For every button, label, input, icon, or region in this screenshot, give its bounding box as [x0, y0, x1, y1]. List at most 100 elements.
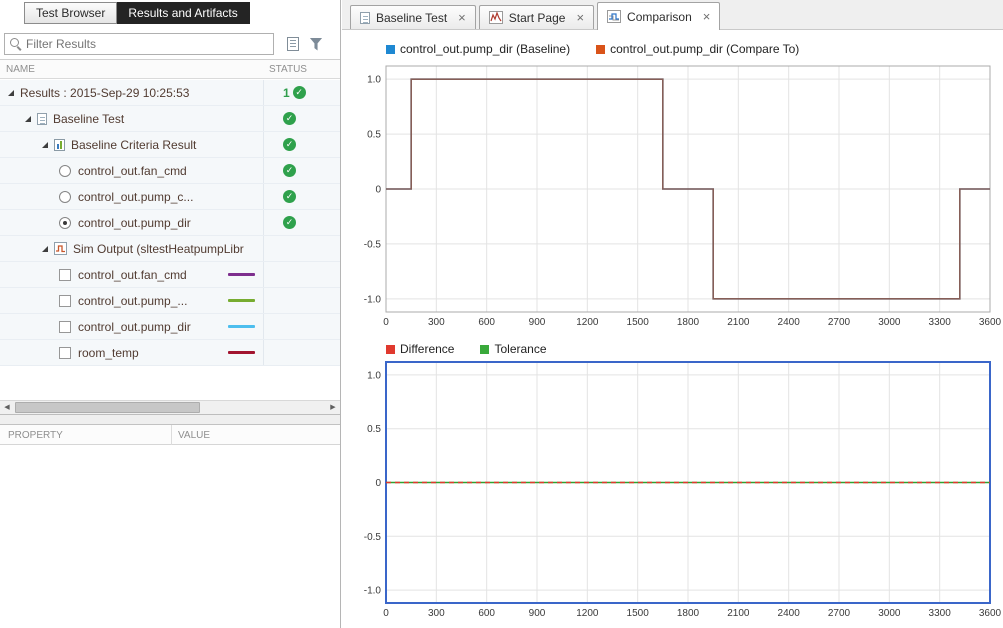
horizontal-scrollbar[interactable]: ◀ ▶ — [0, 400, 340, 414]
difference-chart[interactable]: 0 300 600 900 1200 1500 1800 2100 2400 2700 3000 33… — [342, 352, 1003, 628]
svg-text:900: 900 — [529, 317, 546, 328]
tree-row[interactable]: control_out.fan_cmd ✓ — [0, 158, 340, 184]
document-icon — [360, 11, 370, 24]
tab-test-browser[interactable]: Test Browser — [24, 2, 118, 24]
tab-label: Comparison — [627, 9, 692, 24]
svg-text:2400: 2400 — [778, 317, 801, 328]
expander-icon[interactable] — [8, 89, 14, 96]
pass-icon: ✓ — [283, 190, 296, 203]
svg-text:1200: 1200 — [576, 317, 599, 328]
expander-icon[interactable] — [25, 115, 31, 122]
checkbox[interactable] — [59, 320, 71, 333]
svg-text:2400: 2400 — [778, 608, 801, 619]
results-tree-rows: Results : 2015-Sep-29 10:25:53 1 ✓ Baseline… — [0, 80, 340, 400]
property-panel-header: PROPERTY VALUE — [0, 425, 340, 445]
legend-item: control_out.pump_dir (Baseline) — [386, 42, 570, 56]
scrollbar-thumb[interactable] — [15, 402, 200, 413]
tree-row-status-cell: ✓ — [263, 132, 340, 157]
tree-row-name-cell: room_temp — [0, 340, 263, 365]
filter-toolbar — [4, 33, 338, 55]
tree-row[interactable]: Baseline Test ✓ — [0, 106, 340, 132]
svg-text:3600: 3600 — [979, 317, 1002, 328]
tab-comparison[interactable]: Comparison × — [597, 2, 721, 30]
column-header-property: PROPERTY — [8, 430, 63, 441]
tree-row-status-cell: ✓ — [263, 106, 340, 131]
close-icon[interactable]: × — [703, 9, 711, 24]
close-icon[interactable]: × — [458, 10, 466, 25]
expander-icon[interactable] — [42, 141, 48, 148]
tree-row-label: Baseline Test — [53, 111, 125, 126]
checkbox[interactable] — [59, 268, 71, 281]
tree-row-name-cell: Baseline Criteria Result — [0, 132, 263, 157]
tree-row-label: Baseline Criteria Result — [71, 137, 197, 152]
filter-results-input[interactable] — [22, 37, 273, 51]
radio-button[interactable] — [59, 216, 71, 229]
column-divider — [171, 425, 172, 445]
pass-icon: ✓ — [283, 112, 296, 125]
tree-row-label: room_temp — [78, 345, 139, 360]
svg-text:1500: 1500 — [627, 608, 650, 619]
report-icon[interactable] — [284, 35, 302, 53]
tree-row-label: Sim Output (sltestHeatpumpLibr — [73, 241, 244, 256]
checkbox[interactable] — [59, 294, 71, 307]
radio-button[interactable] — [59, 164, 71, 177]
signal-icon — [54, 242, 67, 255]
tree-row[interactable]: control_out.fan_cmd — [0, 262, 340, 288]
pass-icon: ✓ — [283, 138, 296, 151]
tree-row-name-cell: control_out.pump_dir — [0, 314, 263, 339]
tree-row[interactable]: Baseline Criteria Result ✓ — [0, 132, 340, 158]
panel-splitter[interactable] — [0, 415, 340, 424]
tree-row[interactable]: control_out.pump_dir — [0, 314, 340, 340]
results-tree: NAME STATUS Results : 2015-Sep-29 10:25:… — [0, 59, 340, 415]
results-tree-header: NAME STATUS — [0, 60, 340, 79]
pass-count: 1 — [283, 85, 290, 100]
svg-text:600: 600 — [478, 317, 495, 328]
search-icon — [10, 38, 22, 50]
radio-button[interactable] — [59, 190, 71, 203]
pass-icon: ✓ — [283, 216, 296, 229]
filter-results-box[interactable] — [4, 33, 274, 55]
legend-swatch — [386, 44, 395, 54]
tree-row[interactable]: Results : 2015-Sep-29 10:25:53 1 ✓ — [0, 80, 340, 106]
svg-text:2100: 2100 — [727, 608, 750, 619]
expander-icon[interactable] — [42, 245, 48, 252]
column-header-status: STATUS — [269, 64, 307, 75]
svg-text:3300: 3300 — [929, 317, 952, 328]
comparison-icon — [607, 10, 622, 23]
svg-text:1800: 1800 — [677, 608, 700, 619]
signal-comparison-chart[interactable]: 0 300 600 900 1200 1500 1800 2100 2400 2700 3000 33… — [342, 58, 1003, 338]
document-area: Baseline Test × Start Page × Comparison × con… — [342, 0, 1003, 628]
scroll-left-icon[interactable]: ◀ — [0, 401, 14, 414]
svg-text:300: 300 — [428, 317, 445, 328]
tree-row[interactable]: room_temp — [0, 340, 340, 366]
svg-text:0.5: 0.5 — [367, 130, 381, 141]
pass-icon: ✓ — [283, 164, 296, 177]
svg-text:3000: 3000 — [878, 317, 901, 328]
tree-row[interactable]: control_out.pump_c... ✓ — [0, 184, 340, 210]
signal-color-swatch — [228, 325, 255, 328]
scroll-right-icon[interactable]: ▶ — [326, 401, 340, 414]
tree-row-label: control_out.pump_c... — [78, 189, 194, 204]
tree-row-status-cell: ✓ — [263, 184, 340, 209]
tab-baseline-test[interactable]: Baseline Test × — [350, 5, 476, 29]
tree-row[interactable]: control_out.pump_dir ✓ — [0, 210, 340, 236]
svg-text:1.0: 1.0 — [367, 75, 381, 86]
legend-item: control_out.pump_dir (Compare To) — [596, 42, 799, 56]
document-icon — [37, 112, 47, 125]
svg-text:0: 0 — [383, 317, 389, 328]
column-header-value: VALUE — [178, 430, 211, 441]
checkbox[interactable] — [59, 346, 71, 359]
tab-start-page[interactable]: Start Page × — [478, 5, 595, 29]
filter-icon[interactable] — [307, 35, 325, 53]
svg-text:-0.5: -0.5 — [364, 239, 382, 250]
tree-row[interactable]: control_out.pump_... — [0, 288, 340, 314]
tree-row-status-cell: 1 ✓ — [263, 80, 340, 105]
tree-row[interactable]: Sim Output (sltestHeatpumpLibr — [0, 236, 340, 262]
tab-results-and-artifacts[interactable]: Results and Artifacts — [117, 2, 250, 24]
tree-row-status-cell — [263, 288, 340, 313]
tree-row-label: Results : 2015-Sep-29 10:25:53 — [20, 85, 190, 100]
signals-legend: control_out.pump_dir (Baseline) control_o… — [386, 42, 799, 56]
svg-text:0: 0 — [383, 608, 389, 619]
tree-row-label: control_out.pump_... — [78, 293, 188, 308]
close-icon[interactable]: × — [576, 10, 584, 25]
